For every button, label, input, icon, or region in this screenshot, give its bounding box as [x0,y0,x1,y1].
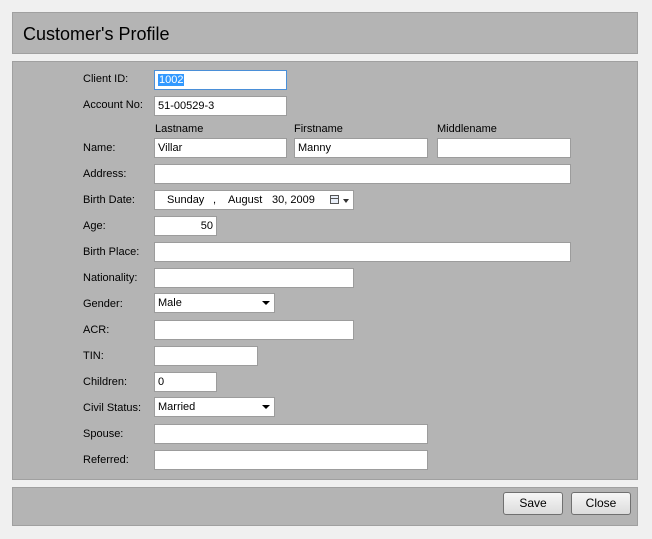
close-button[interactable]: Close [571,492,631,515]
client-id-label: Client ID: [83,73,129,85]
children-input[interactable]: 0 [154,372,217,392]
page-title: Customer's Profile [23,24,170,44]
birth-place-input[interactable] [154,242,571,262]
address-input[interactable] [154,164,571,184]
account-no-label: Account No: [83,99,143,111]
address-label: Address: [83,168,127,180]
lastname-header: Lastname [155,123,204,135]
age-input[interactable]: 50 [154,216,217,236]
acr-label: ACR: [83,324,110,336]
gender-label: Gender: [83,298,123,310]
gender-select[interactable]: Male [154,293,275,313]
tin-input[interactable] [154,346,258,366]
birth-place-label: Birth Place: [83,246,140,258]
referred-input[interactable] [154,450,428,470]
middlename-input[interactable] [437,138,571,158]
birth-date-day-year: 30, 2009 [272,194,315,206]
chevron-down-icon [262,405,270,409]
lastname-input[interactable]: Villar [154,138,287,158]
name-label: Name: [83,142,116,154]
children-label: Children: [83,376,128,388]
birth-date-picker[interactable]: Sunday , August 30, 2009 [154,190,354,210]
acr-input[interactable] [154,320,354,340]
save-button[interactable]: Save [503,492,563,515]
firstname-input[interactable]: Manny [294,138,428,158]
birth-date-label: Birth Date: [83,194,135,206]
calendar-icon[interactable] [330,195,339,204]
tin-label: TIN: [83,350,104,362]
client-id-input[interactable]: 1002 [154,70,287,90]
civil-status-value: Married [158,401,196,413]
nationality-input[interactable] [154,268,354,288]
gender-value: Male [158,297,182,309]
referred-label: Referred: [83,454,129,466]
age-label: Age: [83,220,106,232]
spouse-label: Spouse: [83,428,124,440]
firstname-header: Firstname [294,123,343,135]
chevron-down-icon [262,301,270,305]
middlename-header: Middlename [437,123,497,135]
civil-status-label: Civil Status: [83,402,142,414]
birth-date-month: August [228,194,263,206]
birth-date-separator: , [213,194,217,206]
civil-status-select[interactable]: Married [154,397,275,417]
nationality-label: Nationality: [83,272,138,284]
client-id-value: 1002 [158,74,185,86]
spouse-input[interactable] [154,424,428,444]
birth-date-weekday: Sunday [167,194,205,206]
account-no-input[interactable]: 51-00529-3 [154,96,287,116]
header-panel: Customer's Profile [12,12,638,54]
chevron-down-icon[interactable] [343,199,349,203]
